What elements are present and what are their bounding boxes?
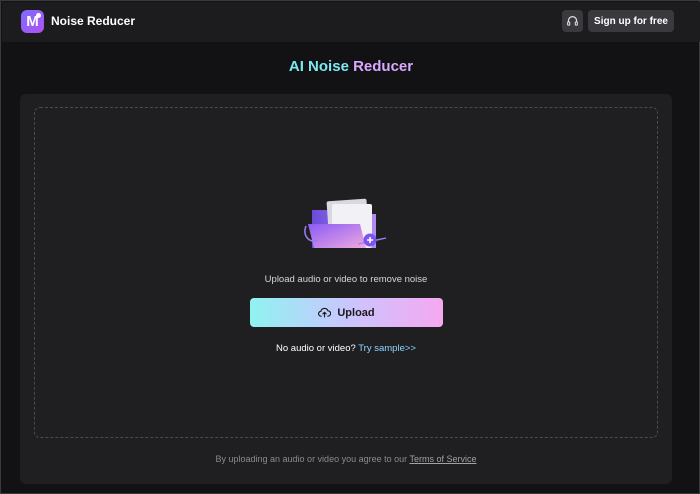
page-title-part1: AI Noise (288, 58, 349, 75)
app-logo-icon[interactable]: M (21, 10, 44, 33)
drop-zone[interactable]: Upload audio or video to remove noise Up… (34, 107, 658, 438)
app-window: M Noise Reducer Sign up for free AI Nois… (0, 0, 700, 494)
terms-of-service-link[interactable]: Terms of Service (409, 454, 476, 464)
logo-dot (36, 13, 41, 18)
terms-notice: By uploading an audio or video you agree… (20, 454, 672, 464)
top-bar: M Noise Reducer Sign up for free (2, 2, 700, 42)
terms-prefix: By uploading an audio or video you agree… (215, 454, 408, 464)
sample-line: No audio or video? Try sample>> (35, 343, 657, 354)
folder-plus-illustration (304, 198, 387, 248)
signup-button[interactable]: Sign up for free (588, 10, 674, 32)
headset-icon (567, 15, 578, 26)
page-title-part2: Reducer (353, 58, 414, 75)
upload-button-label: Upload (337, 306, 375, 319)
support-button[interactable] (562, 10, 583, 32)
sample-question: No audio or video? (276, 343, 356, 354)
page-title: AI Noise Reducer (1, 58, 700, 75)
upload-button[interactable]: Upload (250, 298, 443, 327)
app-title[interactable]: Noise Reducer (51, 14, 135, 28)
try-sample-link[interactable]: Try sample>> (358, 343, 416, 354)
upload-card: Upload audio or video to remove noise Up… (20, 94, 672, 484)
upload-hint-text: Upload audio or video to remove noise (264, 274, 428, 285)
cloud-upload-icon (318, 307, 332, 318)
